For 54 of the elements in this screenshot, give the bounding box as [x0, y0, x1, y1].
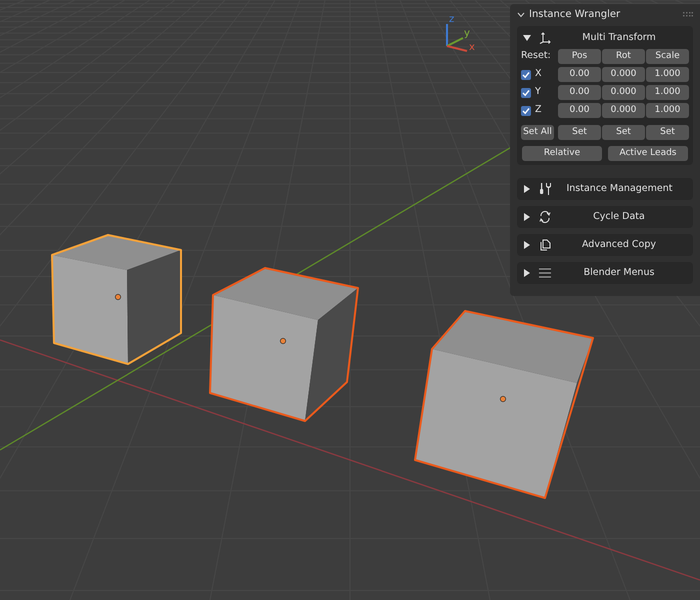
subpanel-title: Advanced Copy — [580, 238, 658, 252]
menu-lines-icon — [539, 268, 551, 278]
axis-label: y — [464, 28, 470, 39]
subpanel-title: Instance Management — [565, 182, 674, 196]
collapsed-subpanel[interactable]: Cycle Data — [517, 206, 693, 228]
cube-drawing[interactable] — [51, 234, 182, 365]
cube-drawing[interactable] — [209, 267, 359, 422]
cube-drawing[interactable] — [414, 310, 594, 499]
number-field[interactable]: 1.000 — [646, 67, 689, 82]
set-button[interactable]: Set — [558, 125, 601, 140]
number-field[interactable]: 1.000 — [646, 103, 689, 118]
subpanel-title: Blender Menus — [582, 266, 656, 280]
number-field[interactable]: 0.000 — [602, 67, 645, 82]
drag-handle-icon[interactable] — [683, 12, 693, 17]
reset-button[interactable]: Rot — [602, 49, 645, 64]
number-field[interactable]: 0.00 — [558, 85, 601, 100]
reset-label: Reset: — [521, 49, 552, 64]
axis-label: x — [469, 42, 475, 53]
number-field[interactable]: 1.000 — [646, 85, 689, 100]
panel-title: Instance Wrangler — [529, 8, 620, 22]
transform-axes-icon — [539, 32, 551, 44]
cycle-arrows-icon — [539, 211, 551, 223]
set-button[interactable]: Set — [602, 125, 645, 140]
disclosure-triangle-icon[interactable] — [523, 241, 531, 249]
disclosure-triangle-icon[interactable] — [523, 34, 531, 42]
collapsed-subpanel[interactable]: Blender Menus — [517, 262, 693, 284]
disclosure-triangle-icon[interactable] — [523, 269, 531, 277]
set-button[interactable]: Set — [646, 125, 689, 140]
subpanel-title: Cycle Data — [592, 210, 646, 224]
subpanel-title: Multi Transform — [581, 30, 657, 45]
axis-gizmo-drawing[interactable] — [446, 24, 468, 52]
copy-pages-icon — [539, 239, 551, 251]
reset-button[interactable]: Pos — [558, 49, 601, 64]
axis-label: Y — [535, 85, 541, 100]
number-field[interactable]: 0.00 — [558, 67, 601, 82]
chevron-icon[interactable] — [517, 12, 525, 18]
axis-checkbox[interactable] — [521, 70, 531, 80]
collapsed-subpanel[interactable]: Instance Management — [517, 178, 693, 200]
reset-button[interactable]: Scale — [646, 49, 689, 64]
number-field[interactable]: 0.000 — [602, 103, 645, 118]
set-all-button[interactable]: Set All — [521, 125, 554, 140]
screwdriver-wrench-icon — [539, 183, 552, 195]
axis-checkbox[interactable] — [521, 106, 531, 116]
toggle-button[interactable]: Relative — [522, 146, 602, 161]
collapsed-subpanel[interactable]: Advanced Copy — [517, 234, 693, 256]
toggle-button[interactable]: Active Leads — [608, 146, 688, 161]
number-field[interactable]: 0.00 — [558, 103, 601, 118]
axis-label: z — [449, 14, 454, 25]
number-field[interactable]: 0.000 — [602, 85, 645, 100]
disclosure-triangle-icon[interactable] — [523, 185, 531, 193]
axis-label: Z — [535, 103, 542, 118]
axis-checkbox[interactable] — [521, 88, 531, 98]
axis-label: X — [535, 67, 542, 82]
disclosure-triangle-icon[interactable] — [523, 213, 531, 221]
